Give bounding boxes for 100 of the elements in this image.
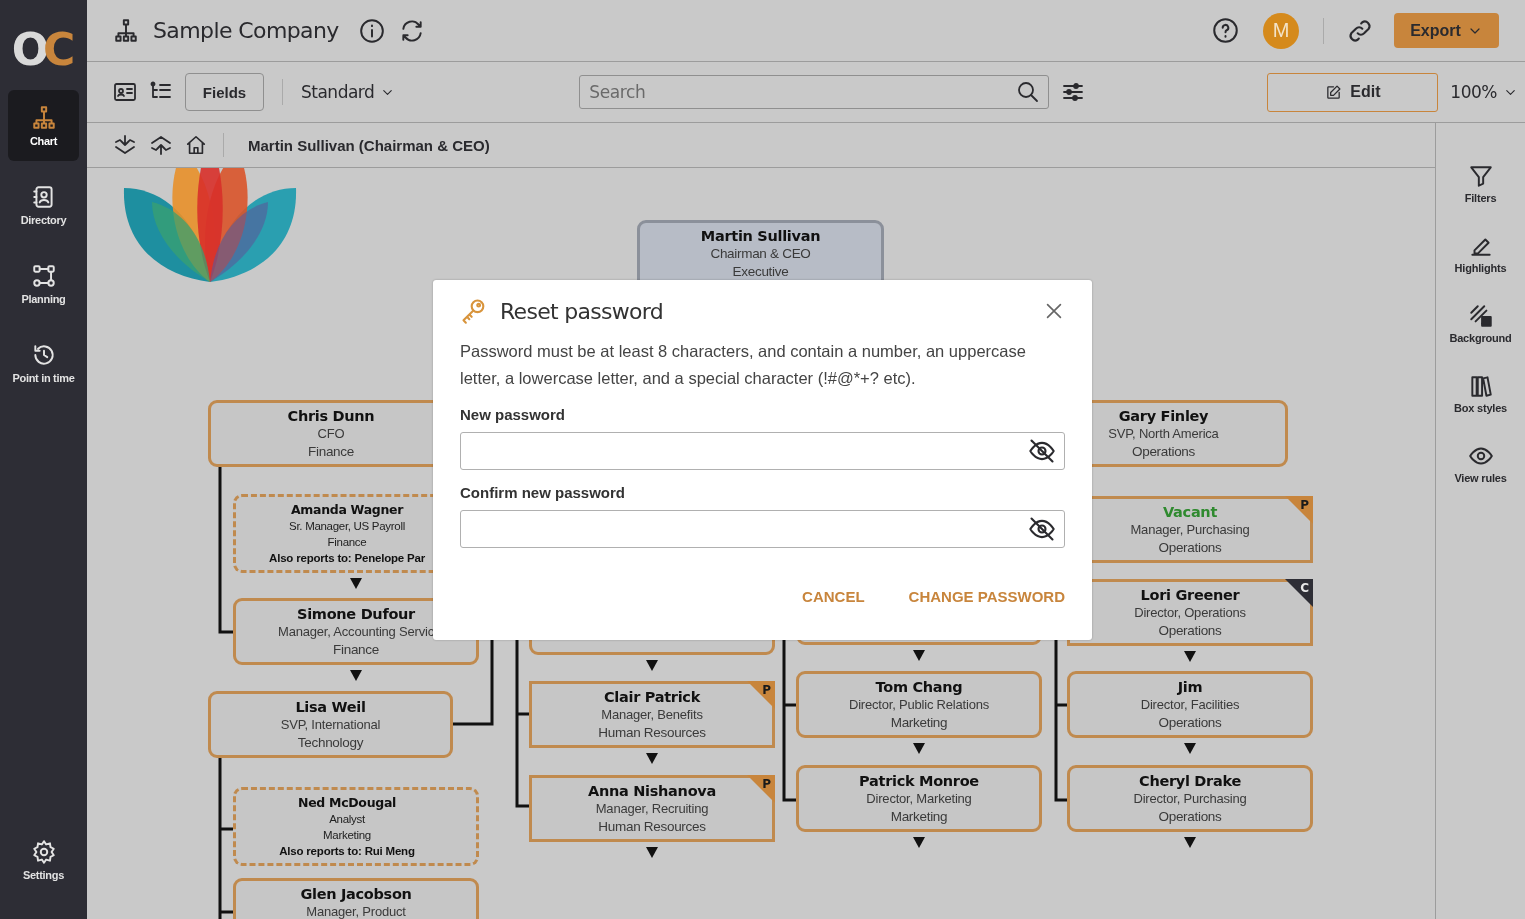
org-chart-icon	[30, 104, 57, 131]
job-title: SVP, North America	[1108, 425, 1219, 442]
zoom-dropdown[interactable]: 100%	[1450, 82, 1518, 102]
person-name: Simone Dufour	[297, 605, 415, 623]
field-label: New password	[460, 406, 567, 423]
edit-button[interactable]: Edit	[1267, 72, 1439, 112]
department: Marketing	[890, 714, 948, 732]
org-node[interactable]: Cheryl Drake Director, Purchasing Operations	[1067, 765, 1313, 832]
person-name: Jim	[1177, 678, 1203, 696]
planning-icon	[30, 262, 57, 289]
job-title: Manager, Product	[306, 903, 406, 919]
nav-item[interactable]: Planning	[8, 248, 79, 319]
person-name: Chris Dunn	[287, 407, 375, 425]
department: Human Resources	[598, 724, 706, 742]
job-title: SVP, International	[280, 716, 381, 733]
job-title: Sr. Manager, US Payroll	[289, 519, 405, 534]
expand-arrow-icon[interactable]	[913, 743, 925, 754]
filter-settings-icon[interactable]	[1061, 80, 1086, 104]
job-title: Director, Public Relations	[849, 696, 989, 713]
expand-arrow-icon[interactable]	[646, 753, 658, 764]
job-title: CFO	[317, 425, 345, 442]
job-title: Manager, Recruiting	[595, 800, 709, 817]
department: Operations	[1158, 808, 1222, 826]
edit-icon	[1325, 83, 1343, 101]
contact-card-icon[interactable]	[113, 80, 137, 104]
settings-icon	[30, 838, 57, 865]
person-name: Clair Patrick	[604, 688, 700, 706]
breadcrumb-path: Martin Sullivan (Chairman & CEO)	[248, 136, 490, 154]
org-node[interactable]: Jim Director, Facilities Operations	[1067, 671, 1313, 738]
department: Marketing	[890, 808, 948, 826]
view-dropdown[interactable]: Standard	[301, 82, 396, 102]
org-node[interactable]: Glen Jacobson Manager, Product	[233, 878, 479, 919]
collapse-all-icon[interactable]	[149, 133, 173, 157]
export-button[interactable]: Export	[1394, 13, 1499, 48]
org-node[interactable]: Lisa Weil SVP, International Technology	[208, 691, 453, 758]
help-icon[interactable]	[1212, 17, 1239, 44]
job-title: Manager, Benefits	[601, 706, 703, 723]
search-icon[interactable]	[1016, 80, 1041, 104]
person-name: Tom Chang	[875, 678, 963, 696]
hide-password-icon[interactable]	[1028, 437, 1056, 465]
job-title: Director, Marketing	[866, 790, 972, 807]
job-title: Manager, Purchasing	[1130, 521, 1250, 538]
app-logo: OC	[11, 28, 70, 72]
person-name: Anna Nishanova	[588, 782, 716, 800]
nav-item[interactable]: Point in time	[8, 327, 79, 398]
panel-button[interactable]: Background	[1449, 303, 1512, 344]
password-field[interactable]	[460, 510, 1065, 548]
expand-arrow-icon[interactable]	[646, 847, 658, 858]
person-name: Cheryl Drake	[1139, 772, 1241, 790]
job-title: Chairman & CEO	[710, 245, 811, 262]
panel-button[interactable]: View rules	[1454, 443, 1507, 484]
nav-item[interactable]: Directory	[8, 169, 79, 240]
filter-icon	[1467, 163, 1494, 189]
panel-button[interactable]: Filters	[1464, 163, 1497, 204]
job-title: Director, Operations	[1134, 604, 1246, 621]
department: Operations	[1158, 622, 1222, 640]
chart-title: Sample Company	[153, 18, 339, 43]
expand-arrow-icon[interactable]	[1184, 837, 1196, 848]
nav-item[interactable]: Chart	[8, 90, 79, 161]
job-title: Analyst	[329, 812, 365, 827]
nav-item[interactable]: Settings	[8, 824, 79, 895]
department: Finance	[327, 535, 367, 550]
person-name: Amanda Wagner	[290, 501, 404, 518]
vacant-label: Vacant	[1162, 503, 1218, 521]
department: Technology	[297, 734, 364, 752]
home-icon[interactable]	[185, 134, 207, 156]
panel-button[interactable]: Box styles	[1454, 373, 1507, 414]
department: Operations	[1131, 443, 1195, 461]
job-title: Director, Purchasing	[1133, 790, 1247, 807]
dialog-title: Reset password	[500, 298, 665, 324]
department: Marketing	[323, 828, 371, 843]
person-name: Lisa Weil	[295, 698, 366, 716]
expand-all-icon[interactable]	[113, 133, 137, 157]
info-icon[interactable]	[358, 17, 385, 44]
org-chart-icon	[113, 17, 139, 44]
person-name: Gary Finley	[1118, 407, 1209, 425]
password-rules-text: Password must be at least 8 characters, and contain a number, an uppercase letter, a lowercase letter, and a special character (!#@*+? etc).	[460, 341, 1027, 389]
department: Finance	[333, 641, 379, 659]
also-reports-to: Also reports to: Penelope Par	[269, 551, 425, 566]
department: Operations	[1158, 714, 1222, 732]
job-title: Manager, Accounting Servic	[278, 623, 434, 640]
department: Finance	[308, 443, 354, 461]
background-icon	[1467, 303, 1494, 329]
fields-button[interactable]: Fields	[185, 73, 264, 111]
panel-button[interactable]: Highlights	[1454, 233, 1507, 274]
expand-arrow-icon[interactable]	[913, 837, 925, 848]
job-title: Director, Facilities	[1140, 696, 1240, 713]
password-field[interactable]	[460, 432, 1065, 470]
person-name: Lori Greener	[1140, 586, 1240, 604]
expand-arrow-icon[interactable]	[1184, 743, 1196, 754]
hide-password-icon[interactable]	[1028, 515, 1056, 543]
org-node[interactable]: Patrick Monroe Director, Marketing Marketing	[796, 765, 1042, 832]
person-name: Ned McDougal	[298, 794, 396, 811]
department: Operations	[1158, 539, 1222, 557]
search-field[interactable]: Search	[579, 75, 1050, 109]
org-node[interactable]: Tom Chang Director, Public Relations Marketing	[796, 671, 1042, 738]
department: Executive	[732, 263, 789, 281]
department: Human Resources	[598, 818, 706, 836]
also-reports-to: Also reports to: Rui Meng	[279, 844, 415, 859]
org-node[interactable]: Ned McDougal Analyst Marketing Also reports to: Rui Meng	[233, 787, 479, 866]
